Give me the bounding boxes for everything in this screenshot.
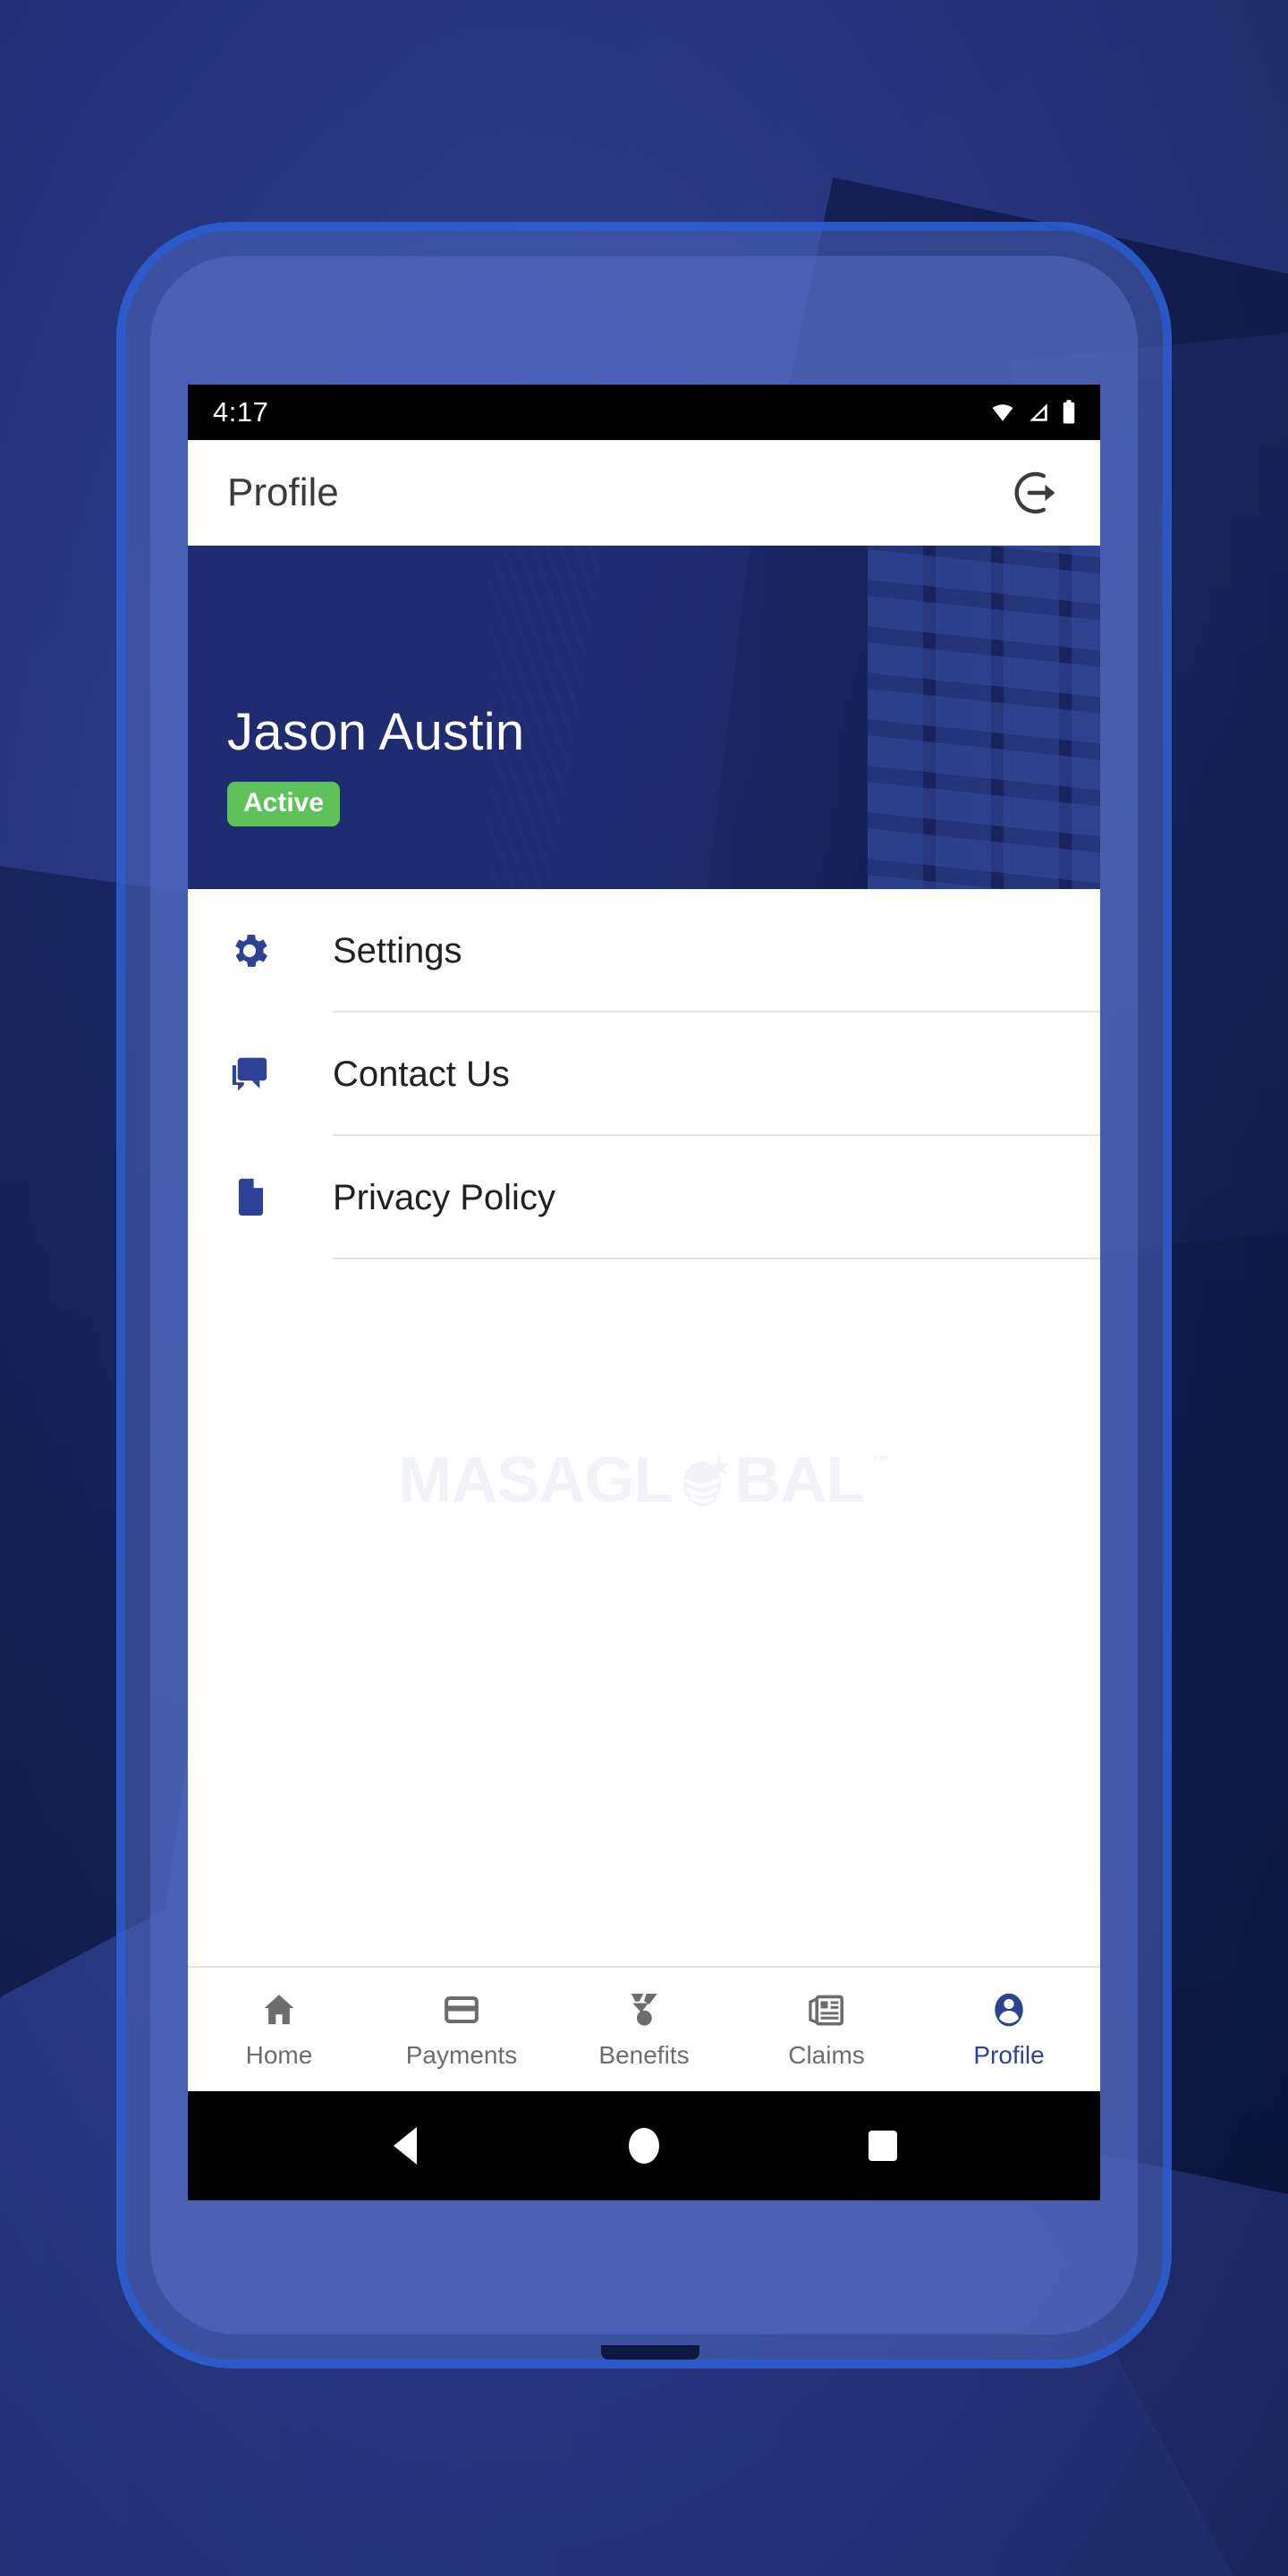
nav-item-label: Home — [245, 2041, 313, 2069]
nav-item-label: Profile — [973, 2041, 1045, 2069]
menu-item-settings[interactable]: Settings — [188, 889, 1100, 1013]
scene-root: 4:17 Profile Jason Austin Active Setting… — [0, 0, 1288, 2576]
battery-icon — [1063, 400, 1075, 424]
nav-item-profile[interactable]: Profile — [918, 1989, 1100, 2070]
home-circle-icon — [628, 2128, 659, 2164]
bottom-navigation: Home Payments Benefits Claims Profile — [188, 1966, 1100, 2091]
page-title: Profile — [227, 470, 339, 514]
android-back-button[interactable] — [365, 2106, 445, 2186]
app-bar: Profile — [188, 440, 1100, 546]
menu-item-label: Contact Us — [333, 1054, 510, 1094]
card-icon — [445, 1996, 479, 2024]
nav-item-claims[interactable]: Claims — [735, 1989, 918, 2070]
nav-item-label: Claims — [788, 2041, 865, 2069]
profile-name: Jason Austin — [227, 703, 525, 761]
nav-item-payments[interactable]: Payments — [370, 1989, 553, 2070]
watermark-trademark: ™ — [871, 1453, 890, 1472]
recents-square-icon — [868, 2131, 897, 2161]
medal-icon — [631, 1993, 657, 2026]
menu-item-contact-us-row: Contact Us — [333, 1013, 1100, 1136]
person-icon — [995, 1993, 1023, 2027]
document-icon — [227, 1175, 284, 1220]
menu-item-label: Settings — [333, 930, 462, 970]
home-icon — [264, 1995, 294, 2025]
menu-item-privacy-policy[interactable]: Privacy Policy — [188, 1136, 1100, 1259]
menu-item-label: Privacy Policy — [333, 1177, 555, 1217]
nav-item-home[interactable]: Home — [188, 1989, 370, 2070]
profile-header-content: Jason Austin Active — [227, 702, 524, 826]
watermark-text-right: BAL — [734, 1445, 866, 1516]
globe-icon — [682, 1454, 730, 1506]
status-bar: 4:17 — [188, 385, 1100, 440]
profile-header-banner: Jason Austin Active — [188, 546, 1100, 889]
gear-icon — [227, 928, 284, 973]
profile-menu-list: Settings Contact Us Privacy Policy MASAG… — [188, 889, 1100, 1966]
android-system-nav — [188, 2091, 1100, 2200]
forum-icon — [227, 1052, 284, 1097]
status-time: 4:17 — [213, 396, 269, 428]
menu-item-contact-us[interactable]: Contact Us — [188, 1013, 1100, 1136]
android-home-button[interactable] — [604, 2106, 684, 2186]
masaglobal-watermark: MASAGL BAL ™ — [188, 1444, 1100, 1517]
logout-button[interactable] — [1007, 462, 1070, 524]
menu-divider — [333, 1258, 1100, 1259]
phone-bottom-notch — [601, 2345, 699, 2360]
nav-item-label: Payments — [405, 2041, 518, 2069]
status-icons — [989, 399, 1077, 426]
status-badge: Active — [227, 782, 341, 826]
cell-signal-icon — [1030, 403, 1047, 421]
menu-item-settings-row: Settings — [333, 889, 1100, 1013]
news-icon — [809, 1995, 844, 2026]
logout-icon — [1014, 471, 1055, 514]
android-recents-button[interactable] — [843, 2106, 923, 2186]
watermark-text-left: MASAGL — [398, 1445, 674, 1516]
phone-screen: 4:17 Profile Jason Austin Active Setting… — [188, 385, 1100, 2200]
back-triangle-icon — [394, 2127, 418, 2165]
nav-item-label: Benefits — [598, 2041, 690, 2069]
wifi-icon — [992, 404, 1013, 421]
menu-item-privacy-policy-row: Privacy Policy — [333, 1136, 1100, 1259]
nav-item-benefits[interactable]: Benefits — [553, 1989, 735, 2070]
